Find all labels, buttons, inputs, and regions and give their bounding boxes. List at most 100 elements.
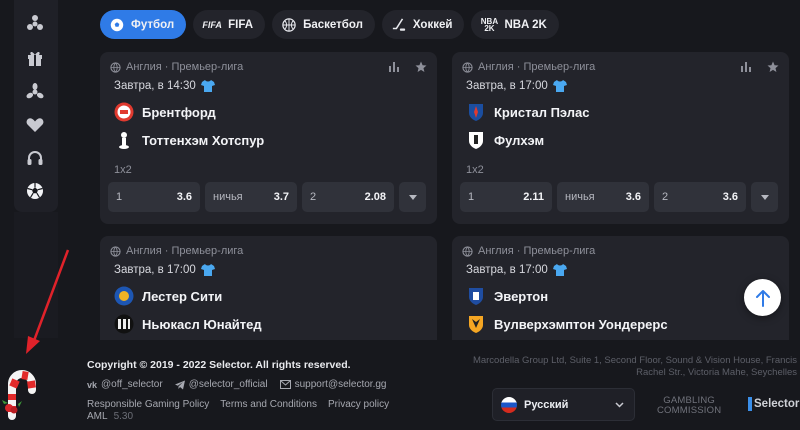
tab-label: FIFA <box>228 18 254 31</box>
jersey-icon <box>552 264 567 276</box>
wolves-crest-icon <box>466 314 486 334</box>
market-label: 1x2 <box>466 164 484 176</box>
globe-icon <box>462 61 473 73</box>
hockey-icon <box>391 17 407 33</box>
more-markets-button[interactable] <box>399 182 426 212</box>
sport-tabs: Футбол FIFA FIFA Баскетбол Хоккей NBA 2K … <box>100 10 559 39</box>
mail-icon <box>279 380 291 389</box>
home-team: Эвертон <box>466 286 548 306</box>
league: Премьер-лига <box>171 245 244 257</box>
arrow-up-icon <box>755 289 770 307</box>
tab-hockey[interactable]: Хоккей <box>381 10 465 39</box>
tottenham-crest-icon <box>114 130 134 150</box>
jersey-icon <box>200 264 215 276</box>
scroll-top-button[interactable] <box>744 279 781 316</box>
terms-link[interactable]: Terms and Conditions <box>220 399 317 410</box>
nba2k-logo-icon: NBA 2K <box>480 16 499 33</box>
vk-icon: vk <box>87 379 98 390</box>
sidebar <box>0 0 70 430</box>
aml-link[interactable]: AML <box>87 411 108 422</box>
star-icon[interactable] <box>767 61 779 73</box>
card-header: Англия · Премьер-лига <box>110 244 427 258</box>
crystal-palace-crest-icon <box>466 102 486 122</box>
card-header: Англия · Премьер-лига <box>462 244 779 258</box>
away-team: Тоттенхэм Хотспур <box>114 130 264 150</box>
globe-icon <box>110 61 121 73</box>
globe-icon <box>110 245 121 257</box>
selector-logo-icon <box>748 397 752 411</box>
match-date: Завтра, в 14:30 <box>114 80 196 92</box>
email-link[interactable]: support@selector.gg <box>279 379 386 390</box>
away-team: Фулхэм <box>466 130 544 150</box>
odd-button-draw[interactable]: ничья 3.7 <box>205 182 297 212</box>
brentford-crest-icon <box>114 102 134 122</box>
heart-icon[interactable] <box>24 114 46 136</box>
social-links: vk @off_selector @selector_official supp… <box>87 379 386 390</box>
tab-fifa[interactable]: FIFA FIFA <box>193 10 266 39</box>
fulham-crest-icon <box>466 130 486 150</box>
telegram-link[interactable]: @selector_official <box>174 379 268 390</box>
newcastle-crest-icon <box>114 314 134 334</box>
soccer-ball-icon[interactable] <box>24 180 46 202</box>
fidget-spinner-icon[interactable] <box>24 12 46 34</box>
headset-icon[interactable] <box>24 147 46 169</box>
footer: Copyright © 2019 - 2022 Selector. All ri… <box>62 340 800 430</box>
vk-link[interactable]: vk @off_selector <box>87 379 163 390</box>
everton-crest-icon <box>466 286 486 306</box>
country: Англия <box>478 61 514 73</box>
leicester-crest-icon <box>114 286 134 306</box>
language-label: Русский <box>524 398 569 411</box>
gambling-commission-logo: GAMBLING COMMISSION <box>657 395 722 416</box>
away-team: Ньюкасл Юнайтед <box>114 314 262 334</box>
odds-row: 1 3.6 ничья 3.7 2 2.08 <box>108 182 426 212</box>
tab-label: Баскетбол <box>303 18 363 31</box>
match-card[interactable]: Англия · Премьер-лига Завтра, в 17:00 Эв… <box>452 236 789 340</box>
privacy-link[interactable]: Privacy policy <box>328 399 389 410</box>
jersey-icon <box>552 80 567 92</box>
basketball-icon <box>281 17 297 33</box>
stats-icon[interactable] <box>389 62 399 72</box>
selector-logo: Selector <box>748 397 799 411</box>
match-card[interactable]: Англия · Премьер-лига Завтра, в 17:00 Кр… <box>452 52 789 224</box>
more-markets-button[interactable] <box>751 182 778 212</box>
chevron-down-icon <box>760 194 769 200</box>
country: Англия <box>126 245 162 257</box>
match-card[interactable]: Англия · Премьер-лига Завтра, в 17:00 Ле… <box>100 236 437 340</box>
propeller-icon[interactable] <box>24 81 46 103</box>
country: Англия <box>478 245 514 257</box>
card-header: Англия · Премьер-лига <box>110 60 427 74</box>
home-team: Брентфорд <box>114 102 216 122</box>
main-content: Футбол FIFA FIFA Баскетбол Хоккей NBA 2K … <box>90 0 800 340</box>
league: Премьер-лига <box>523 245 596 257</box>
policy-links: Responsible Gaming Policy Terms and Cond… <box>87 399 389 410</box>
jersey-icon <box>200 80 215 92</box>
match-card[interactable]: Англия · Премьер-лига Завтра, в 14:30 Бр… <box>100 52 437 224</box>
stats-icon[interactable] <box>741 62 751 72</box>
globe-icon <box>462 245 473 257</box>
telegram-icon <box>174 380 185 389</box>
version: 5.30 <box>113 411 134 422</box>
odd-button-draw[interactable]: ничья 3.6 <box>557 182 649 212</box>
russia-flag-icon <box>501 396 517 413</box>
home-team: Лестер Сити <box>114 286 222 306</box>
league: Премьер-лига <box>171 61 244 73</box>
league: Премьер-лига <box>523 61 596 73</box>
tab-basketball[interactable]: Баскетбол <box>272 10 375 39</box>
market-label: 1x2 <box>114 164 132 176</box>
language-select[interactable]: Русский <box>492 388 635 421</box>
odd-button-home[interactable]: 1 3.6 <box>108 182 200 212</box>
odd-button-home[interactable]: 1 2.11 <box>460 182 552 212</box>
tab-football[interactable]: Футбол <box>100 10 187 39</box>
match-date: Завтра, в 17:00 <box>114 264 196 276</box>
star-icon[interactable] <box>415 61 427 73</box>
tab-label: Футбол <box>131 18 175 31</box>
match-date: Завтра, в 17:00 <box>466 80 548 92</box>
responsible-gaming-link[interactable]: Responsible Gaming Policy <box>87 399 209 410</box>
tab-nba2k[interactable]: NBA 2K NBA 2K <box>471 10 559 39</box>
odd-button-away[interactable]: 2 3.6 <box>654 182 746 212</box>
gift-icon[interactable] <box>24 47 46 69</box>
chevron-down-icon <box>615 401 624 408</box>
country: Англия <box>126 61 162 73</box>
chevron-down-icon <box>408 194 417 200</box>
odd-button-away[interactable]: 2 2.08 <box>302 182 394 212</box>
